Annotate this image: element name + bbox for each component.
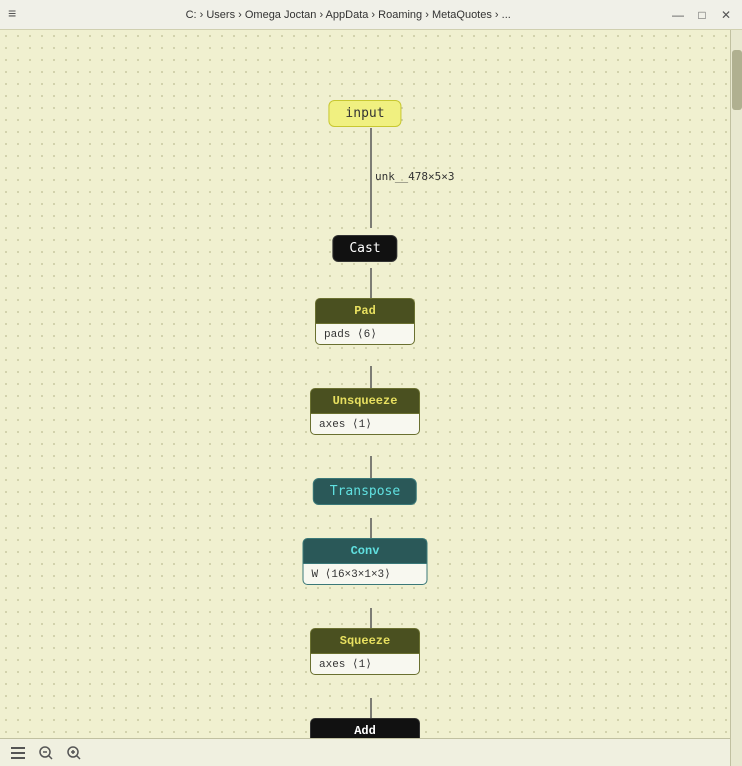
zoom-in-icon[interactable] bbox=[64, 743, 84, 763]
scrollbar-thumb[interactable] bbox=[732, 50, 742, 110]
close-button[interactable]: ✕ bbox=[718, 7, 734, 23]
node-squeeze-header: Squeeze bbox=[310, 628, 420, 653]
node-unsqueeze[interactable]: Unsqueeze axes ⟨1⟩ bbox=[310, 388, 420, 435]
node-transpose[interactable]: Transpose bbox=[313, 478, 417, 505]
node-pad-body: pads ⟨6⟩ bbox=[315, 323, 415, 345]
node-cast[interactable]: Cast bbox=[332, 235, 397, 262]
canvas-area: unk__478×5×3 input Cast Pad pads ⟨6⟩ Uns… bbox=[0, 30, 730, 738]
bottom-toolbar bbox=[0, 738, 730, 766]
node-conv-header: Conv bbox=[303, 538, 428, 563]
node-squeeze[interactable]: Squeeze axes ⟨1⟩ bbox=[310, 628, 420, 675]
window-controls: — □ ✕ bbox=[670, 7, 734, 23]
node-add[interactable]: Add B ⟨1×16×1⟩ bbox=[310, 718, 420, 738]
menu-icon[interactable]: ≡ bbox=[8, 7, 16, 23]
node-conv-body: W ⟨16×3×1×3⟩ bbox=[303, 563, 428, 585]
minimize-button[interactable]: — bbox=[670, 7, 686, 23]
zoom-out-icon[interactable] bbox=[36, 743, 56, 763]
node-unsqueeze-body: axes ⟨1⟩ bbox=[310, 413, 420, 435]
node-add-header: Add bbox=[310, 718, 420, 738]
scrollbar-right[interactable] bbox=[730, 30, 742, 766]
node-conv[interactable]: Conv W ⟨16×3×1×3⟩ bbox=[303, 538, 428, 585]
node-input[interactable]: input bbox=[328, 100, 401, 127]
list-icon[interactable] bbox=[8, 743, 28, 763]
node-unsqueeze-header: Unsqueeze bbox=[310, 388, 420, 413]
node-squeeze-body: axes ⟨1⟩ bbox=[310, 653, 420, 675]
maximize-button[interactable]: □ bbox=[694, 7, 710, 23]
edge-label-0: unk__478×5×3 bbox=[375, 170, 454, 183]
title-bar: ≡ C: › Users › Omega Joctan › AppData › … bbox=[0, 0, 742, 30]
title-path: C: › Users › Omega Joctan › AppData › Ro… bbox=[26, 9, 670, 21]
node-pad[interactable]: Pad pads ⟨6⟩ bbox=[315, 298, 415, 345]
node-pad-header: Pad bbox=[315, 298, 415, 323]
